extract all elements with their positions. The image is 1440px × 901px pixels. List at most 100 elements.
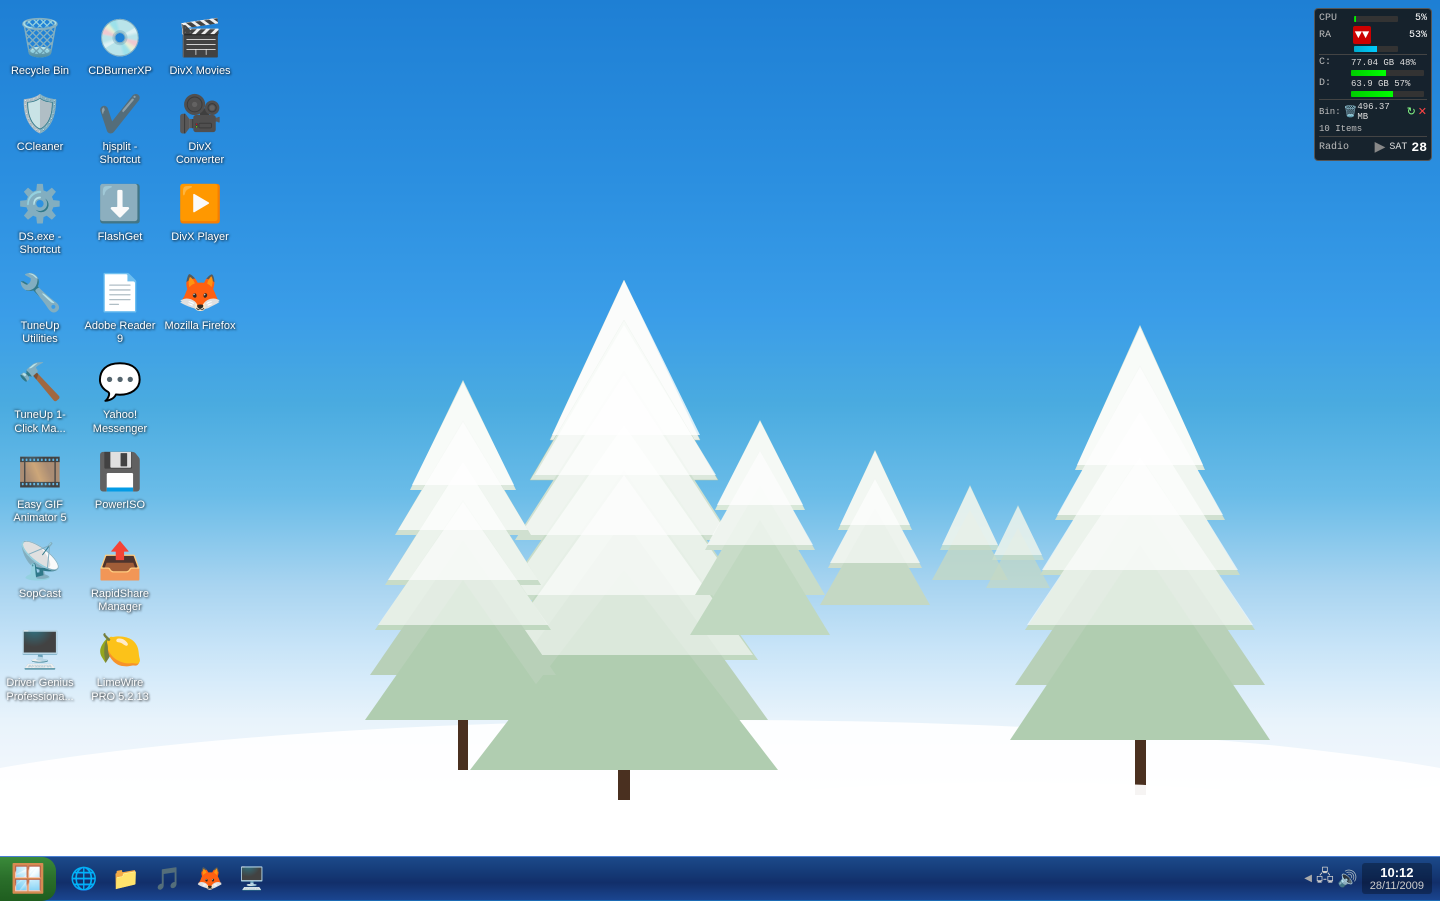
icon-row-7: 🖥️ Driver Genius Professiona... 🍋 LimeWi… [0, 620, 280, 709]
sysmon-bin-items: 10 Items [1319, 124, 1362, 134]
mozilla-firefox-label: Mozilla Firefox [165, 320, 236, 333]
sysmon-c-bar-container [1351, 70, 1424, 76]
sysmon-bin-row: Bin: 🗑️ 496.37 MB ↻ ✕ [1319, 102, 1427, 122]
adobe-reader-icon: 📄 [96, 269, 144, 317]
icon-rapidshare[interactable]: 📤 RapidShare Manager [80, 531, 160, 620]
recycle-bin-icon: 🗑️ [16, 14, 64, 62]
taskbar-network-icon[interactable]: 🖥️ [232, 861, 272, 897]
icon-cdburnerxp[interactable]: 💿 CDBurnerXP [80, 8, 160, 84]
clock-time: 10:12 [1370, 865, 1424, 880]
sysmon-bin-items-row: 10 Items [1319, 124, 1427, 134]
sysmon-d-bar-row [1319, 91, 1427, 97]
sysmon-radio-play-icon[interactable]: ▶ [1375, 139, 1386, 156]
icon-divx-converter[interactable]: 🎥 DivX Converter [160, 84, 240, 173]
sysmon-d-row: D: 63.9 GB 57% [1319, 78, 1427, 89]
tray-show-hidden-arrow[interactable]: ◀ [1304, 873, 1312, 884]
tuneup-utilities-label: TuneUp Utilities [4, 320, 76, 346]
sysmon-c-row: C: 77.04 GB 48% [1319, 57, 1427, 68]
tuneup-utilities-icon: 🔧 [16, 269, 64, 317]
hjsplit-icon: ✔️ [96, 90, 144, 138]
tray-volume-icon[interactable]: 🔊 [1338, 869, 1358, 889]
flashget-label: FlashGet [98, 231, 143, 244]
system-monitor-widget[interactable]: CPU 5% RA ▼▼ 53% C: 77.04 GB 48% D: 63.9… [1314, 8, 1432, 161]
sysmon-divider-1 [1319, 54, 1427, 55]
icon-recycle-bin[interactable]: 🗑️ Recycle Bin [0, 8, 80, 84]
icon-easy-gif[interactable]: 🎞️ Easy GIF Animator 5 [0, 442, 80, 531]
sysmon-radio-row: Radio ▶ SAT 28 [1319, 139, 1427, 156]
taskbar: 🪟 🌐 📁 🎵 🦊 🖥️ ◀ 🖧 🔊 10:12 28/11/2009 [0, 856, 1440, 900]
dsexe-icon: ⚙️ [16, 180, 64, 228]
taskbar-explorer-icon[interactable]: 📁 [106, 861, 146, 897]
icon-row-4: 🔨 TuneUp 1-Click Ma... 💬 Yahoo! Messenge… [0, 352, 280, 441]
sysmon-d-label: D: [1319, 78, 1351, 89]
icon-row-3: 🔧 TuneUp Utilities 📄 Adobe Reader 9 🦊 Mo… [0, 263, 280, 352]
icon-dsexe[interactable]: ⚙️ DS.exe - Shortcut [0, 174, 80, 263]
tuneup-1click-label: TuneUp 1-Click Ma... [4, 409, 76, 435]
sysmon-cpu-bar-container [1354, 16, 1398, 22]
icon-divx-player[interactable]: ▶️ DivX Player [160, 174, 240, 263]
sysmon-radio-label: Radio [1319, 142, 1349, 153]
divx-movies-label: DivX Movies [169, 65, 230, 78]
icon-ccleaner[interactable]: 🛡️ CCleaner [0, 84, 80, 173]
easy-gif-icon: 🎞️ [16, 448, 64, 496]
clock-date: 28/11/2009 [1370, 880, 1424, 892]
sysmon-divider-3 [1319, 136, 1427, 137]
icon-row-5: 🎞️ Easy GIF Animator 5 💾 PowerISO [0, 442, 280, 531]
yahoo-messenger-label: Yahoo! Messenger [84, 409, 156, 435]
limewire-icon: 🍋 [96, 626, 144, 674]
sysmon-radio-num: 28 [1411, 140, 1427, 155]
icon-poweriso[interactable]: 💾 PowerISO [80, 442, 160, 531]
taskbar-firefox-icon[interactable]: 🦊 [190, 861, 230, 897]
sysmon-bin-actions[interactable]: ↻ ✕ [1407, 105, 1427, 119]
poweriso-label: PowerISO [95, 499, 145, 512]
desktop-icons-container: 🗑️ Recycle Bin 💿 CDBurnerXP 🎬 DivX Movie… [0, 0, 280, 852]
sysmon-bin-refresh-icon[interactable]: ↻ [1407, 105, 1416, 119]
icon-row-1: 🛡️ CCleaner ✔️ hjsplit - Shortcut 🎥 DivX… [0, 84, 280, 173]
driver-genius-label: Driver Genius Professiona... [4, 677, 76, 703]
tray-network-icon[interactable]: 🖧 [1316, 865, 1334, 892]
poweriso-icon: 💾 [96, 448, 144, 496]
mozilla-firefox-icon: 🦊 [176, 269, 224, 317]
sysmon-bin-label: Bin: 🗑️ [1319, 105, 1357, 119]
icon-divx-movies[interactable]: 🎬 DivX Movies [160, 8, 240, 84]
yahoo-messenger-icon: 💬 [96, 358, 144, 406]
icon-adobe-reader[interactable]: 📄 Adobe Reader 9 [80, 263, 160, 352]
icon-tuneup-1click[interactable]: 🔨 TuneUp 1-Click Ma... [0, 352, 80, 441]
sysmon-c-value: 77.04 GB 48% [1351, 58, 1427, 68]
ie-icon: 🌐 [70, 866, 97, 892]
icon-driver-genius[interactable]: 🖥️ Driver Genius Professiona... [0, 620, 80, 709]
icon-limewire[interactable]: 🍋 LimeWire PRO 5.2.13 [80, 620, 160, 709]
start-button[interactable]: 🪟 [0, 857, 56, 901]
icon-sopcast[interactable]: 📡 SopCast [0, 531, 80, 620]
sysmon-ram-bar-container [1354, 46, 1398, 52]
firefox-tb-icon: 🦊 [196, 866, 223, 892]
ccleaner-label: CCleaner [17, 141, 63, 154]
icon-tuneup-utilities[interactable]: 🔧 TuneUp Utilities [0, 263, 80, 352]
sysmon-bin-value: 496.37 MB [1357, 102, 1402, 122]
sysmon-ram-bar [1354, 46, 1377, 52]
taskbar-media-player-icon[interactable]: 🎵 [148, 861, 188, 897]
taskbar-ie-icon[interactable]: 🌐 [64, 861, 104, 897]
sysmon-cpu-pct: 5% [1401, 13, 1427, 24]
ccleaner-icon: 🛡️ [16, 90, 64, 138]
divx-player-icon: ▶️ [176, 180, 224, 228]
divx-converter-label: DivX Converter [164, 141, 236, 167]
icon-row-6: 📡 SopCast 📤 RapidShare Manager [0, 531, 280, 620]
media-player-icon: 🎵 [154, 866, 181, 892]
cdburnerxp-label: CDBurnerXP [88, 65, 152, 78]
sysmon-bin-delete-icon[interactable]: ✕ [1418, 105, 1427, 119]
sysmon-ram-bar-row [1319, 46, 1427, 52]
easy-gif-label: Easy GIF Animator 5 [4, 499, 76, 525]
icon-mozilla-firefox[interactable]: 🦊 Mozilla Firefox [160, 263, 240, 352]
sysmon-d-bar [1351, 91, 1393, 97]
icon-hjsplit[interactable]: ✔️ hjsplit - Shortcut [80, 84, 160, 173]
sysmon-cpu-label: CPU [1319, 13, 1351, 24]
rapidshare-label: RapidShare Manager [84, 588, 156, 614]
taskbar-quicklaunch: 🌐 📁 🎵 🦊 🖥️ [60, 861, 276, 897]
system-clock[interactable]: 10:12 28/11/2009 [1362, 863, 1432, 894]
sysmon-radio-controls[interactable]: ▶ SAT 28 [1375, 139, 1427, 156]
icon-yahoo-messenger[interactable]: 💬 Yahoo! Messenger [80, 352, 160, 441]
sopcast-icon: 📡 [16, 537, 64, 585]
sysmon-radio-day: SAT [1389, 142, 1407, 153]
icon-flashget[interactable]: ⬇️ FlashGet [80, 174, 160, 263]
